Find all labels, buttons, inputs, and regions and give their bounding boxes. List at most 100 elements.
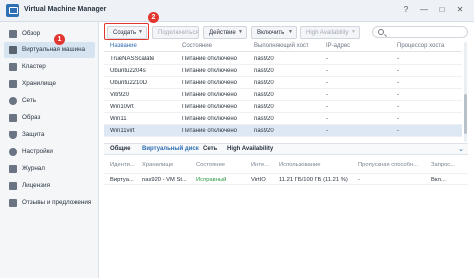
sidebar-item-label: Образ	[22, 114, 41, 121]
sidebar-item-label: Виртуальная машина	[22, 46, 86, 53]
column-header-interface[interactable]: Инте...	[251, 162, 277, 168]
vm-ip: -	[326, 104, 328, 110]
sidebar-item-log[interactable]: Журнал	[4, 161, 95, 177]
vm-status: Питание отключено	[182, 116, 237, 122]
sidebar-item-virtual-machine[interactable]: Виртуальная машина	[4, 42, 95, 58]
sidebar-item-feedback[interactable]: Отзывы и предложения	[4, 195, 95, 211]
vm-status: Питание отключено	[182, 128, 237, 134]
table-row[interactable]: Vitr920 Питание отключено nas920 - -	[104, 89, 462, 101]
settings-icon	[9, 148, 17, 156]
column-header-request[interactable]: Запрос...	[431, 162, 465, 168]
vm-ip: -	[326, 128, 328, 134]
disk-table-header: Иденти... Хранилище Состояние Инте... Ис…	[104, 160, 468, 171]
vm-name: Win10vrt	[110, 104, 134, 110]
vm-name: TrueNASScalate	[110, 56, 155, 62]
help-button[interactable]: ?	[400, 4, 412, 16]
column-header-state[interactable]: Состояние	[196, 162, 248, 168]
column-header-status[interactable]: Состояние	[182, 43, 212, 49]
tab-virtual-disk[interactable]: Виртуальный диск	[142, 146, 199, 152]
maximize-button[interactable]: □	[436, 4, 448, 16]
vm-ip: -	[326, 116, 328, 122]
sidebar-item-cluster[interactable]: Кластер	[4, 59, 95, 75]
column-header-throughput[interactable]: Пропускная способн...	[358, 162, 428, 168]
chevron-down-icon: ▼	[351, 29, 356, 35]
step-badge-1: 1	[54, 34, 65, 45]
high-availability-button[interactable]: High Availability ▼	[300, 26, 360, 39]
action-button-label: Действие	[209, 29, 236, 36]
column-header-usage[interactable]: Использование	[279, 162, 355, 168]
table-header: Название Состояние Выполняющий хост IP-а…	[104, 40, 462, 52]
sidebar-item-overview[interactable]: Обзор	[4, 26, 95, 42]
action-button[interactable]: Действие ▼	[203, 26, 247, 39]
column-header-id[interactable]: Иденти...	[110, 162, 140, 168]
vm-host: nas920	[254, 68, 274, 74]
vm-host-cpu: -	[397, 116, 399, 122]
vm-host-cpu: -	[397, 80, 399, 86]
image-icon	[9, 114, 17, 122]
minimize-button[interactable]: —	[418, 4, 430, 16]
enable-button[interactable]: Включить ▼	[251, 26, 297, 39]
chevron-down-icon[interactable]: ⌄	[458, 145, 464, 153]
column-header-name[interactable]: Название	[110, 43, 137, 49]
disk-usage: 11.21 ГБ/100 ГБ (11.21 %)	[279, 177, 348, 183]
column-header-host[interactable]: Выполняющий хост	[254, 43, 309, 49]
sidebar-item-label: Сеть	[22, 97, 37, 104]
vm-name: Vitr920	[110, 92, 129, 98]
sidebar-item-label: Защита	[22, 131, 45, 138]
vm-host-cpu: -	[397, 92, 399, 98]
sidebar-item-label: Хранилище	[22, 80, 57, 87]
storage-icon	[9, 80, 17, 88]
enable-button-label: Включить	[257, 29, 285, 36]
step-badge-2: 2	[148, 12, 159, 23]
vm-host: nas920	[254, 92, 274, 98]
vm-icon	[9, 46, 17, 54]
detail-tabs: Общие Виртуальный диск Сеть High Availab…	[104, 143, 468, 155]
sidebar-item-label: Обзор	[22, 30, 41, 37]
sidebar-item-settings[interactable]: Настройки	[4, 144, 95, 160]
vm-name: Ubuntu2204s	[110, 68, 146, 74]
vm-host-cpu: -	[397, 68, 399, 74]
table-scrollbar[interactable]	[464, 42, 467, 142]
tab-network[interactable]: Сеть	[203, 146, 217, 152]
vm-host-cpu: -	[397, 128, 399, 134]
column-header-host-cpu[interactable]: Процессор хоста	[397, 43, 444, 49]
table-row[interactable]: Win10vrt Питание отключено nas920 - -	[104, 101, 462, 113]
sidebar-item-license[interactable]: Лицензия	[4, 178, 95, 194]
disk-table-row[interactable]: Виртуа... nas920 - VM St... Исправный Vi…	[104, 173, 468, 185]
chevron-down-icon: ▼	[288, 29, 293, 35]
connect-button[interactable]: Подключиться	[152, 26, 199, 39]
table-row[interactable]: Win11 Питание отключено nas920 - -	[104, 113, 462, 125]
search-icon	[378, 29, 384, 35]
vm-status: Питание отключено	[182, 80, 237, 86]
sidebar-item-image[interactable]: Образ	[4, 110, 95, 126]
overview-icon	[9, 30, 17, 38]
sidebar-item-label: Настройки	[22, 148, 53, 155]
column-header-ip[interactable]: IP-адрес	[326, 43, 350, 49]
sidebar-item-network[interactable]: Сеть	[4, 93, 95, 109]
vm-ip: -	[326, 56, 328, 62]
tab-general[interactable]: Общие	[110, 146, 130, 152]
column-header-storage[interactable]: Хранилище	[142, 162, 194, 168]
sidebar-item-protection[interactable]: Защита	[4, 127, 95, 143]
license-icon	[9, 182, 17, 190]
vm-host: nas920	[254, 128, 274, 134]
table-row-selected[interactable]: Win11virt Питание отключено nas920 - -	[104, 125, 462, 137]
close-button[interactable]: ✕	[454, 4, 466, 16]
vm-name: Win11virt	[110, 128, 135, 134]
create-button-highlight	[104, 23, 149, 40]
vm-host-cpu: -	[397, 56, 399, 62]
scrollbar-thumb[interactable]	[464, 94, 467, 134]
tab-high-availability[interactable]: High Availability	[227, 146, 273, 152]
vm-name: Ubuntu2210D	[110, 80, 148, 86]
title-bar: Virtual Machine Manager ? — □ ✕	[0, 0, 474, 22]
sidebar-item-label: Журнал	[22, 165, 45, 172]
vmm-app-icon	[6, 4, 19, 17]
chevron-down-icon: ▼	[238, 29, 243, 35]
sidebar-item-storage[interactable]: Хранилище	[4, 76, 95, 92]
sidebar-item-label: Лицензия	[22, 182, 50, 189]
log-icon	[9, 165, 17, 173]
table-row[interactable]: Ubuntu2204s Питание отключено nas920 - -	[104, 65, 462, 77]
search-input[interactable]	[372, 26, 468, 38]
table-row[interactable]: Ubuntu2210D Питание отключено nas920 - -	[104, 77, 462, 89]
table-row[interactable]: TrueNASScalate Питание отключено nas920 …	[104, 53, 462, 65]
